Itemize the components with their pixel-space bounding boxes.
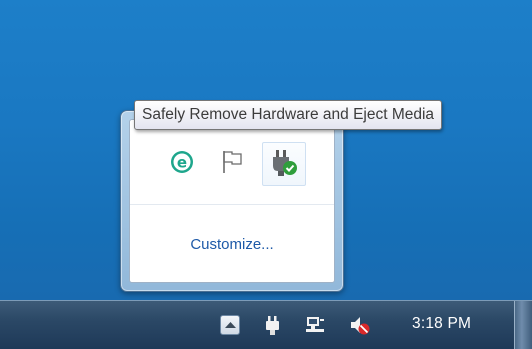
network-icon[interactable] — [304, 314, 326, 336]
hidden-icons-row: e — [130, 142, 334, 188]
customize-link[interactable]: Customize... — [130, 236, 334, 253]
volume-muted-icon[interactable] — [348, 314, 370, 336]
safely-remove-hardware-slot[interactable] — [262, 142, 306, 186]
show-desktop-button[interactable] — [514, 301, 532, 349]
taskbar: 3:18 PM — [0, 300, 532, 349]
power-plug-icon[interactable] — [262, 314, 284, 336]
flyout-panel: e Customize... — [129, 119, 335, 283]
tooltip: Safely Remove Hardware and Eject Media — [134, 100, 443, 130]
eset-icon[interactable]: e — [164, 144, 200, 180]
show-hidden-icons-button[interactable] — [220, 315, 240, 335]
action-center-flag-icon[interactable] — [214, 144, 250, 180]
notification-overflow-flyout: e Customize... — [120, 110, 344, 292]
clock[interactable]: 3:18 PM — [412, 315, 471, 333]
svg-text:e: e — [177, 154, 187, 172]
chevron-up-icon — [225, 322, 236, 328]
flyout-divider — [130, 204, 334, 205]
safely-remove-hardware-icon[interactable] — [267, 146, 301, 180]
